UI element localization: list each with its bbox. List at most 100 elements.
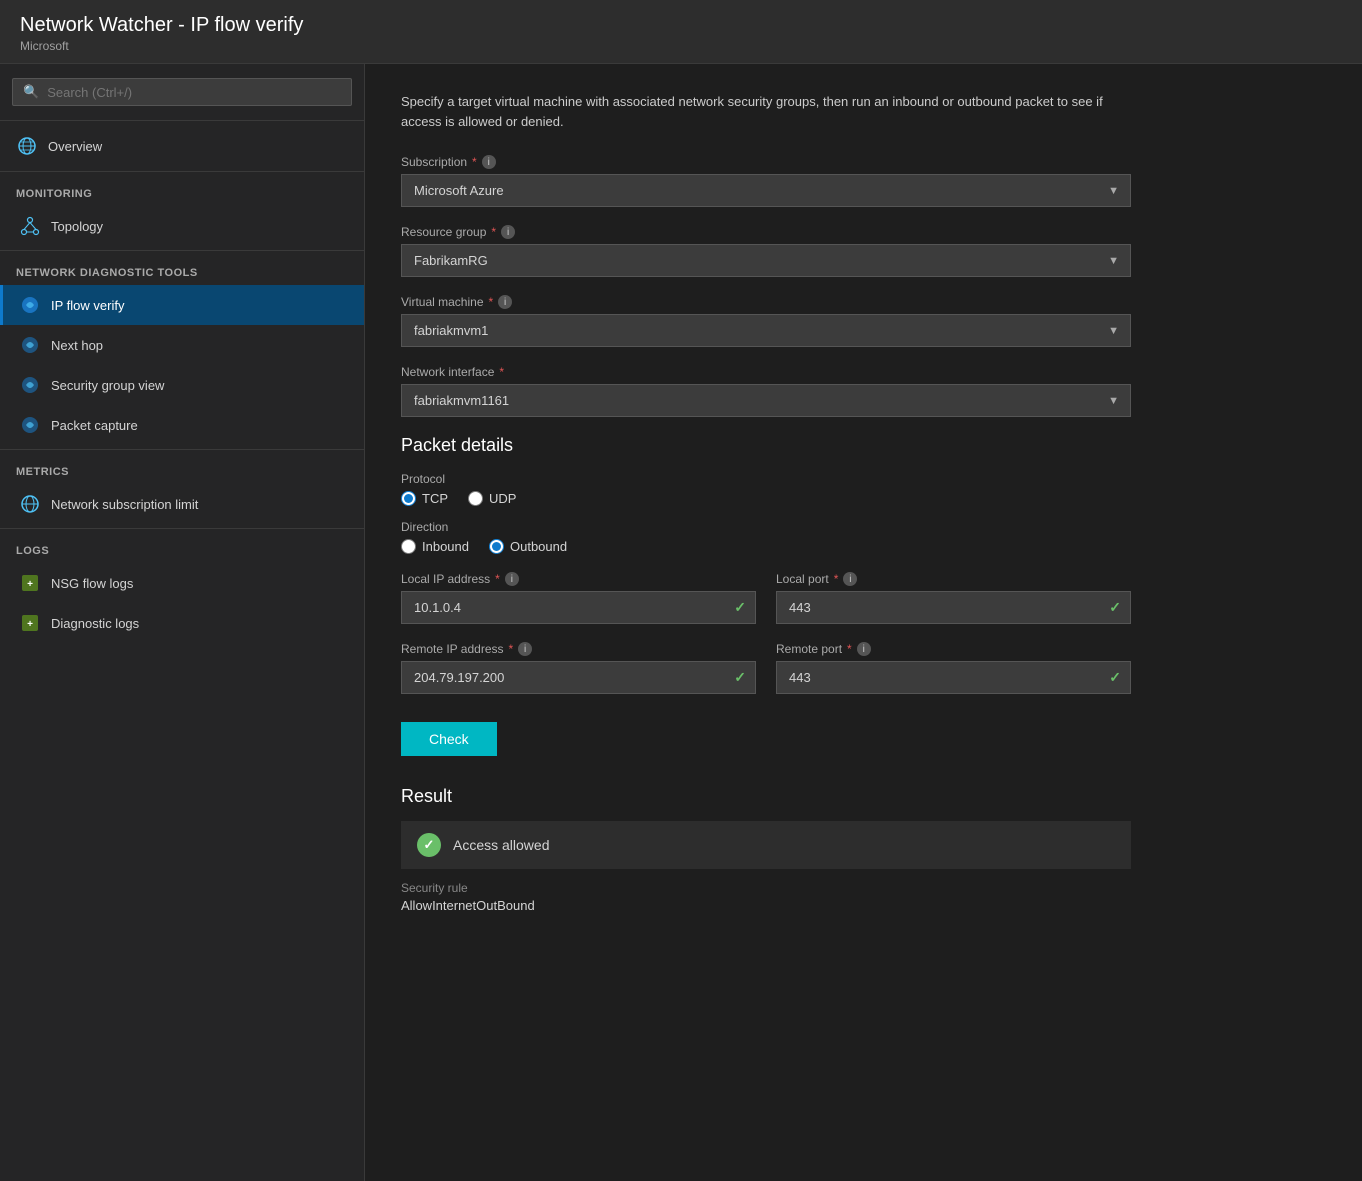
resource-group-select[interactable]: FabrikamRG xyxy=(401,244,1131,277)
local-port-check-icon: ✓ xyxy=(1109,599,1121,616)
app-title: Network Watcher - IP flow verify xyxy=(20,14,1342,37)
remote-ip-input-wrapper: ✓ xyxy=(401,661,756,694)
local-port-group: Local port* i ✓ xyxy=(776,572,1131,624)
subscription-select[interactable]: Microsoft Azure xyxy=(401,174,1131,207)
remote-port-input[interactable] xyxy=(776,661,1131,694)
remote-port-info-icon[interactable]: i xyxy=(857,642,871,656)
local-row: Local IP address* i ✓ Local port* i ✓ xyxy=(401,572,1131,624)
security-rule-label: Security rule xyxy=(401,881,1131,895)
topology-icon xyxy=(19,215,41,237)
remote-port-check-icon: ✓ xyxy=(1109,669,1121,686)
local-ip-check-icon: ✓ xyxy=(734,599,746,616)
section-metrics: METRICS xyxy=(0,454,364,484)
virtual-machine-label: Virtual machine* i xyxy=(401,295,1131,309)
diagnostic-logs-icon: + xyxy=(19,612,41,634)
local-port-input[interactable] xyxy=(776,591,1131,624)
subscription-select-wrapper: Microsoft Azure ▼ xyxy=(401,174,1131,207)
protocol-tcp-radio[interactable] xyxy=(401,491,416,506)
section-logs: LOGS xyxy=(0,533,364,563)
protocol-udp-label[interactable]: UDP xyxy=(468,491,516,506)
remote-ip-label: Remote IP address* i xyxy=(401,642,756,656)
protocol-udp-text: UDP xyxy=(489,491,516,506)
sidebar: 🔍 Overview MONITORING xyxy=(0,64,365,1181)
security-rule-container: Security rule AllowInternetOutBound xyxy=(401,881,1131,913)
result-text: Access allowed xyxy=(453,837,550,853)
local-port-label: Local port* i xyxy=(776,572,1131,586)
svg-text:+: + xyxy=(27,619,33,630)
security-rule-value: AllowInternetOutBound xyxy=(401,898,1131,913)
sidebar-item-ip-flow-verify[interactable]: IP flow verify xyxy=(0,285,364,325)
direction-inbound-text: Inbound xyxy=(422,539,469,554)
direction-inbound-label[interactable]: Inbound xyxy=(401,539,469,554)
check-button[interactable]: Check xyxy=(401,722,497,756)
resource-group-select-wrapper: FabrikamRG ▼ xyxy=(401,244,1131,277)
network-interface-select-wrapper: fabriakmvm1161 ▼ xyxy=(401,384,1131,417)
network-subscription-label: Network subscription limit xyxy=(51,497,198,512)
resource-group-label: Resource group* i xyxy=(401,225,1131,239)
ip-flow-label: IP flow verify xyxy=(51,298,124,313)
remote-ip-check-icon: ✓ xyxy=(734,669,746,686)
virtual-machine-select[interactable]: fabriakmvm1 xyxy=(401,314,1131,347)
packet-details-title: Packet details xyxy=(401,435,1326,456)
sidebar-item-topology[interactable]: Topology xyxy=(0,206,364,246)
remote-row: Remote IP address* i ✓ Remote port* i ✓ xyxy=(401,642,1131,694)
sidebar-item-overview[interactable]: Overview xyxy=(0,125,364,167)
sidebar-item-security-group-view[interactable]: Security group view xyxy=(0,365,364,405)
overview-label: Overview xyxy=(48,139,102,154)
remote-ip-info-icon[interactable]: i xyxy=(518,642,532,656)
network-interface-select[interactable]: fabriakmvm1161 xyxy=(401,384,1131,417)
topology-label: Topology xyxy=(51,219,103,234)
protocol-group: Protocol TCP UDP xyxy=(401,472,1131,506)
app-subtitle: Microsoft xyxy=(20,39,1342,53)
section-network-diagnostic: NETWORK DIAGNOSTIC TOOLS xyxy=(0,255,364,285)
remote-ip-input[interactable] xyxy=(401,661,756,694)
direction-inbound-radio[interactable] xyxy=(401,539,416,554)
app-header: Network Watcher - IP flow verify Microso… xyxy=(0,0,1362,64)
local-ip-input[interactable] xyxy=(401,591,756,624)
protocol-radio-group: TCP UDP xyxy=(401,491,1131,506)
nsg-flow-logs-label: NSG flow logs xyxy=(51,576,133,591)
search-box[interactable]: 🔍 xyxy=(12,78,352,106)
packet-capture-label: Packet capture xyxy=(51,418,138,433)
remote-port-group: Remote port* i ✓ xyxy=(776,642,1131,694)
resource-group-info-icon[interactable]: i xyxy=(501,225,515,239)
result-title: Result xyxy=(401,786,1131,807)
nsg-flow-logs-icon: + xyxy=(19,572,41,594)
protocol-tcp-label[interactable]: TCP xyxy=(401,491,448,506)
direction-outbound-radio[interactable] xyxy=(489,539,504,554)
local-ip-info-icon[interactable]: i xyxy=(505,572,519,586)
security-group-icon xyxy=(19,374,41,396)
subscription-label: Subscription* i xyxy=(401,155,1131,169)
ip-flow-icon xyxy=(19,294,41,316)
direction-label: Direction xyxy=(401,520,1131,534)
result-check-icon: ✓ xyxy=(417,833,441,857)
virtual-machine-info-icon[interactable]: i xyxy=(498,295,512,309)
search-input[interactable] xyxy=(47,85,341,100)
section-monitoring: MONITORING xyxy=(0,176,364,206)
direction-group: Direction Inbound Outbound xyxy=(401,520,1131,554)
local-ip-label: Local IP address* i xyxy=(401,572,756,586)
security-group-label: Security group view xyxy=(51,378,164,393)
virtual-machine-select-wrapper: fabriakmvm1 ▼ xyxy=(401,314,1131,347)
network-subscription-icon xyxy=(19,493,41,515)
network-interface-group: Network interface* fabriakmvm1161 ▼ xyxy=(401,365,1131,417)
remote-ip-group: Remote IP address* i ✓ xyxy=(401,642,756,694)
local-ip-group: Local IP address* i ✓ xyxy=(401,572,756,624)
main-content: Specify a target virtual machine with as… xyxy=(365,64,1362,1181)
local-port-info-icon[interactable]: i xyxy=(843,572,857,586)
sidebar-item-packet-capture[interactable]: Packet capture xyxy=(0,405,364,445)
result-row: ✓ Access allowed xyxy=(401,821,1131,869)
sidebar-item-nsg-flow-logs[interactable]: + NSG flow logs xyxy=(0,563,364,603)
subscription-info-icon[interactable]: i xyxy=(482,155,496,169)
remote-port-input-wrapper: ✓ xyxy=(776,661,1131,694)
sidebar-item-network-subscription-limit[interactable]: Network subscription limit xyxy=(0,484,364,524)
protocol-udp-radio[interactable] xyxy=(468,491,483,506)
sidebar-item-next-hop[interactable]: Next hop xyxy=(0,325,364,365)
diagnostic-logs-label: Diagnostic logs xyxy=(51,616,139,631)
packet-capture-icon xyxy=(19,414,41,436)
local-ip-input-wrapper: ✓ xyxy=(401,591,756,624)
network-interface-label: Network interface* xyxy=(401,365,1131,379)
sidebar-item-diagnostic-logs[interactable]: + Diagnostic logs xyxy=(0,603,364,643)
direction-radio-group: Inbound Outbound xyxy=(401,539,1131,554)
direction-outbound-label[interactable]: Outbound xyxy=(489,539,567,554)
